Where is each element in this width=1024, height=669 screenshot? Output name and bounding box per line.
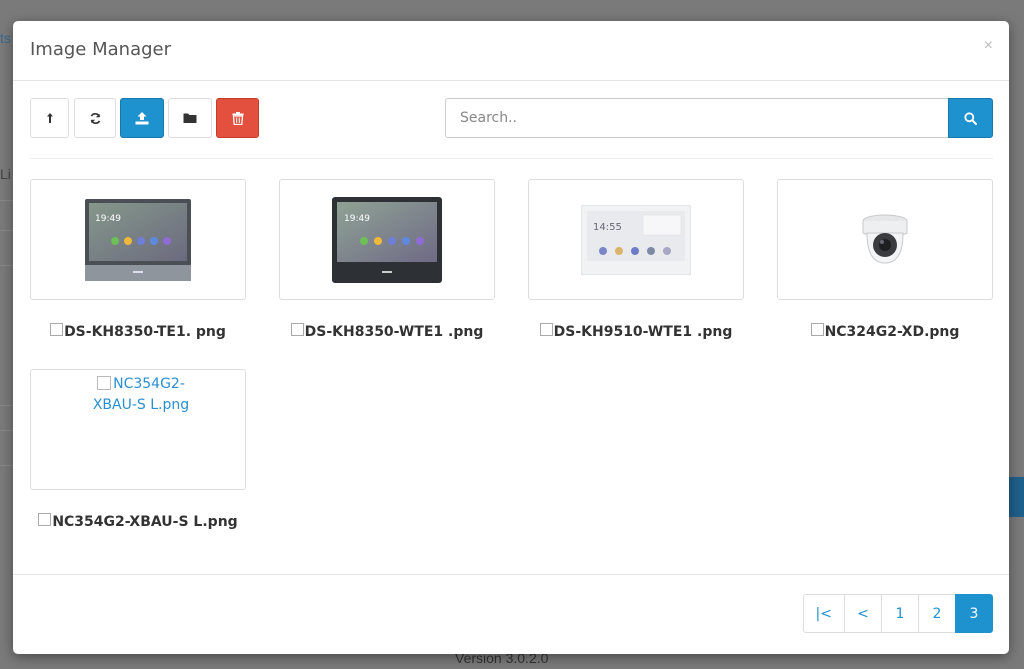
folder-icon xyxy=(183,113,197,123)
image-thumbnail[interactable]: 19:49 xyxy=(279,179,495,300)
pagination-page[interactable]: 2 xyxy=(918,594,956,633)
svg-text:19:49: 19:49 xyxy=(344,214,370,224)
background-divider xyxy=(0,230,14,231)
search-group xyxy=(445,98,993,138)
trash-icon xyxy=(232,111,243,125)
upload-icon xyxy=(135,111,149,124)
search-button[interactable] xyxy=(948,98,993,138)
image-filename: NC354G2-XBAU-S L.png xyxy=(52,514,238,530)
modal-header: Image Manager × xyxy=(13,21,1009,81)
background-button xyxy=(1008,477,1024,517)
image-checkbox[interactable] xyxy=(38,512,52,526)
search-input[interactable] xyxy=(445,98,949,138)
new-folder-button[interactable] xyxy=(168,98,212,138)
image-filename: NC324G2-XD.png xyxy=(824,324,960,340)
search-icon xyxy=(964,111,977,125)
intercom-monitor-image: 19:49 xyxy=(85,198,191,281)
image-checkbox[interactable] xyxy=(810,322,824,336)
pagination-page[interactable]: 1 xyxy=(881,594,919,633)
modal-title: Image Manager xyxy=(30,39,171,60)
image-filename: DS-KH8350-TE1. png xyxy=(64,324,226,340)
image-checkbox[interactable] xyxy=(50,322,64,336)
intercom-monitor-image: 19:49 xyxy=(332,196,442,283)
image-caption: NC324G2-XD.png xyxy=(777,321,993,343)
pagination: |< < 1 2 3 xyxy=(802,594,993,633)
close-icon[interactable]: × xyxy=(984,37,993,55)
svg-text:14:55: 14:55 xyxy=(593,222,622,233)
modal-footer: |< < 1 2 3 xyxy=(13,574,1009,654)
background-divider xyxy=(0,430,14,431)
broken-image-icon xyxy=(97,376,112,390)
image-thumbnail[interactable] xyxy=(777,179,993,300)
pagination-prev[interactable]: < xyxy=(844,594,882,633)
background-divider xyxy=(0,405,14,406)
image-filename: DS-KH9510-WTE1 .png xyxy=(553,324,733,340)
image-caption: DS-KH8350-WTE1 .png xyxy=(279,321,495,343)
refresh-button[interactable] xyxy=(74,98,116,138)
pagination-page-active[interactable]: 3 xyxy=(955,594,993,633)
image-thumbnail[interactable]: NC354G2-XBAU-S L.png xyxy=(30,369,246,490)
intercom-monitor-image: 14:55 xyxy=(581,204,691,275)
image-thumbnail[interactable]: 14:55 xyxy=(528,179,744,300)
background-divider xyxy=(0,200,14,201)
image-thumbnail[interactable]: 19:49 xyxy=(30,179,246,300)
divider xyxy=(30,158,993,159)
svg-text:19:49: 19:49 xyxy=(95,214,121,224)
background-divider xyxy=(0,265,14,266)
image-caption: DS-KH9510-WTE1 .png xyxy=(528,321,744,343)
image-checkbox[interactable] xyxy=(290,322,304,336)
image-filename: DS-KH8350-WTE1 .png xyxy=(304,324,484,340)
parent-button[interactable] xyxy=(30,98,69,138)
broken-image: NC354G2-XBAU-S L.png xyxy=(81,374,201,416)
background-divider xyxy=(0,465,14,466)
upload-button[interactable] xyxy=(120,98,164,138)
image-caption: NC354G2-XBAU-S L.png xyxy=(30,511,246,533)
level-up-icon xyxy=(46,113,53,123)
image-checkbox[interactable] xyxy=(539,322,553,336)
image-manager-modal: Image Manager × Search.. 19:49 DS-KH8350… xyxy=(13,21,1009,654)
dome-camera-image xyxy=(862,214,908,264)
background-text-fragment: ts xyxy=(0,30,11,46)
delete-button[interactable] xyxy=(216,98,259,138)
background-text-fragment: Li xyxy=(0,166,11,182)
image-caption: DS-KH8350-TE1. png xyxy=(30,321,246,343)
pagination-first[interactable]: |< xyxy=(802,594,845,633)
refresh-icon xyxy=(90,112,100,124)
